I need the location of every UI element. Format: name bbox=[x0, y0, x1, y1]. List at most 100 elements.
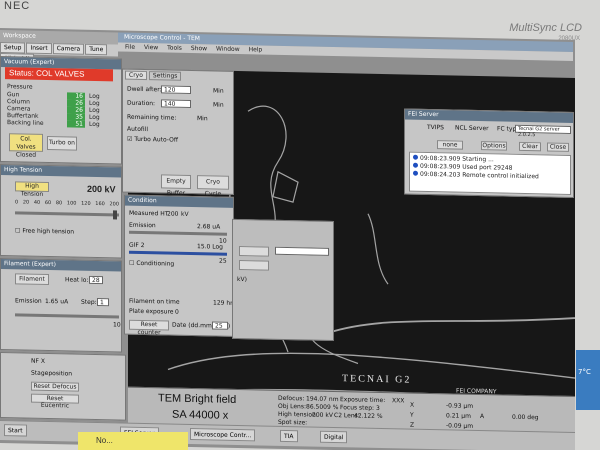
x-label: X bbox=[410, 401, 415, 409]
fei-none-button[interactable]: none bbox=[437, 140, 463, 150]
x-value: -0.93 µm bbox=[446, 402, 474, 410]
y-label: Y bbox=[410, 411, 414, 419]
fei-mode-label: NCL Server bbox=[455, 124, 489, 133]
checkbox-icon: ☐ bbox=[129, 259, 135, 267]
free-ht-checkbox[interactable]: ☐ Free high tension bbox=[15, 227, 74, 235]
task-microscope-control[interactable]: Microscope Contr... bbox=[190, 427, 256, 442]
turbo-button[interactable]: Turbo on bbox=[47, 135, 77, 151]
gif2-scale: 25 bbox=[219, 257, 227, 265]
remaining-unit: Min bbox=[197, 115, 208, 123]
checkbox-icon: ☑ bbox=[127, 135, 133, 143]
duration-label: Duration: bbox=[127, 99, 156, 108]
monitor-bezel: NEC MultiSync LCD 2080UX Workspace Setup… bbox=[0, 0, 600, 450]
tecnai-brand: TECNAI G2 bbox=[342, 373, 412, 386]
empty-buffer-button[interactable]: Empty Buffer bbox=[161, 174, 191, 197]
stageposition-label: Stageposition bbox=[31, 369, 73, 378]
a-label: A bbox=[480, 413, 485, 421]
fei-options-button[interactable]: Options bbox=[481, 141, 507, 151]
dialog-button-1[interactable] bbox=[239, 246, 269, 257]
focus-step-value: 3 bbox=[376, 404, 380, 412]
dwell-label: Dwell after: bbox=[127, 85, 162, 94]
measured-ht-label: Measured HT bbox=[129, 209, 169, 218]
sticky-note: No... bbox=[78, 432, 188, 450]
defocus-value: 194.07 nm bbox=[306, 395, 339, 404]
fei-company: FEI COMPANY bbox=[456, 387, 497, 396]
fei-close-button[interactable]: Close bbox=[547, 142, 569, 152]
c2-value: 42.122 % bbox=[354, 412, 383, 421]
emission-slider[interactable] bbox=[15, 313, 119, 319]
condition-panel: Condition Measured HT 200 kV Emission 2.… bbox=[124, 194, 234, 337]
side-device-display: 7°C bbox=[578, 368, 591, 376]
tab-insert[interactable]: Insert bbox=[26, 42, 52, 55]
menu-file[interactable]: File bbox=[125, 43, 135, 52]
fei-server-title: FEI Server bbox=[405, 109, 573, 124]
info-icon bbox=[413, 154, 418, 160]
turbo-auto-off[interactable]: ☑ Turbo Auto-Off bbox=[127, 136, 178, 144]
ht-value: 200 kV bbox=[312, 411, 333, 419]
heat-label: Heat lo: bbox=[65, 276, 89, 284]
cryo-cycle-button[interactable]: Cryo Cycle bbox=[197, 175, 229, 198]
menu-tools[interactable]: Tools bbox=[167, 44, 182, 53]
reset-defocus-button[interactable]: Reset Defocus bbox=[31, 381, 79, 392]
info-icon bbox=[413, 162, 418, 168]
log-line: 09:08:24.203 Remote control initialized bbox=[413, 170, 539, 180]
start-button[interactable]: Start bbox=[4, 424, 27, 437]
tab-setup[interactable]: Setup bbox=[0, 42, 26, 54]
dialog-input[interactable] bbox=[275, 246, 329, 256]
stage-panel: NF X Stageposition Reset Defocus Reset E… bbox=[0, 352, 126, 421]
checkbox-icon: ☐ bbox=[15, 227, 21, 235]
duration-input[interactable]: 140 bbox=[161, 99, 191, 109]
menu-help[interactable]: Help bbox=[249, 45, 263, 54]
reset-counter-button[interactable]: Reset counter bbox=[129, 319, 169, 336]
defocus-label: Defocus: bbox=[278, 394, 305, 403]
step-input[interactable]: 1 bbox=[97, 298, 109, 307]
side-device bbox=[576, 350, 600, 410]
step-label: Step: bbox=[81, 298, 97, 307]
emission-scale-end: 10 bbox=[113, 321, 121, 329]
gif2-value: 15.0 Log bbox=[197, 243, 223, 251]
monitor-brand-right: MultiSync LCD bbox=[509, 22, 582, 34]
left-tabs: SetupInsertCameraTuneAll (grid) bbox=[0, 42, 118, 65]
dialog-button-2[interactable] bbox=[239, 260, 269, 271]
high-tension-button[interactable]: High Tension bbox=[15, 181, 49, 198]
measured-ht-value: 200 bbox=[167, 210, 179, 218]
conditioning-checkbox[interactable]: ☐ Conditioning bbox=[129, 260, 174, 268]
measured-ht-unit: kV bbox=[181, 210, 189, 218]
obj-lens-label: Obj Lens: bbox=[278, 402, 306, 411]
menu-window[interactable]: Window bbox=[216, 45, 240, 54]
emission-label: Emission bbox=[15, 297, 42, 305]
filament-on-label: Filament on time bbox=[129, 297, 180, 306]
task-digital[interactable]: Digital bbox=[320, 430, 348, 444]
pressure-row-backing: Backing line 51 Log bbox=[7, 119, 100, 129]
tab-tune[interactable]: Tune bbox=[85, 43, 108, 56]
dwell-unit: Min bbox=[213, 87, 224, 95]
cryo-panel: Cryo Settings Dwell after: 120 Min Durat… bbox=[122, 68, 234, 198]
menu-show[interactable]: Show bbox=[191, 44, 207, 53]
tab-settings[interactable]: Settings bbox=[148, 71, 182, 81]
tab-camera[interactable]: Camera bbox=[52, 43, 85, 55]
gif2-bar bbox=[129, 250, 227, 256]
filament-on-value: 129 hr bbox=[213, 299, 233, 307]
ht-slider[interactable] bbox=[15, 211, 119, 217]
task-tia[interactable]: TIA bbox=[280, 429, 298, 443]
filament-title: Filament (Expert) bbox=[1, 259, 121, 272]
fc-type-select[interactable]: Tecnai G2 server 2.0.2.5 bbox=[515, 124, 571, 138]
monitor-brand-left: NEC bbox=[4, 0, 31, 12]
reset-eucentric-button[interactable]: Reset Eucentric bbox=[31, 393, 79, 409]
col-valves-button[interactable]: Col. Valves Closed bbox=[9, 133, 43, 159]
tvips-label: TVIPS bbox=[427, 123, 444, 132]
autofill-label: Autofill bbox=[127, 125, 149, 134]
ht-slider-knob[interactable] bbox=[113, 210, 117, 220]
dwell-input[interactable]: 120 bbox=[161, 85, 191, 95]
duration-unit: Min bbox=[213, 101, 224, 109]
filament-button[interactable]: Filament bbox=[15, 273, 49, 286]
tab-cryo[interactable]: Cryo bbox=[125, 70, 147, 81]
vacuum-status: Status: COL VALVES bbox=[5, 67, 113, 82]
menu-view[interactable]: View bbox=[144, 43, 158, 52]
fei-clear-button[interactable]: Clear bbox=[519, 141, 541, 152]
vacuum-panel: Vacuum (Expert) Status: COL VALVES Press… bbox=[0, 56, 122, 165]
high-tension-value: 200 kV bbox=[87, 183, 116, 195]
date-day[interactable]: 25 bbox=[212, 321, 228, 330]
heat-input[interactable]: 28 bbox=[89, 275, 103, 285]
xxx-label: XXX bbox=[392, 397, 405, 405]
